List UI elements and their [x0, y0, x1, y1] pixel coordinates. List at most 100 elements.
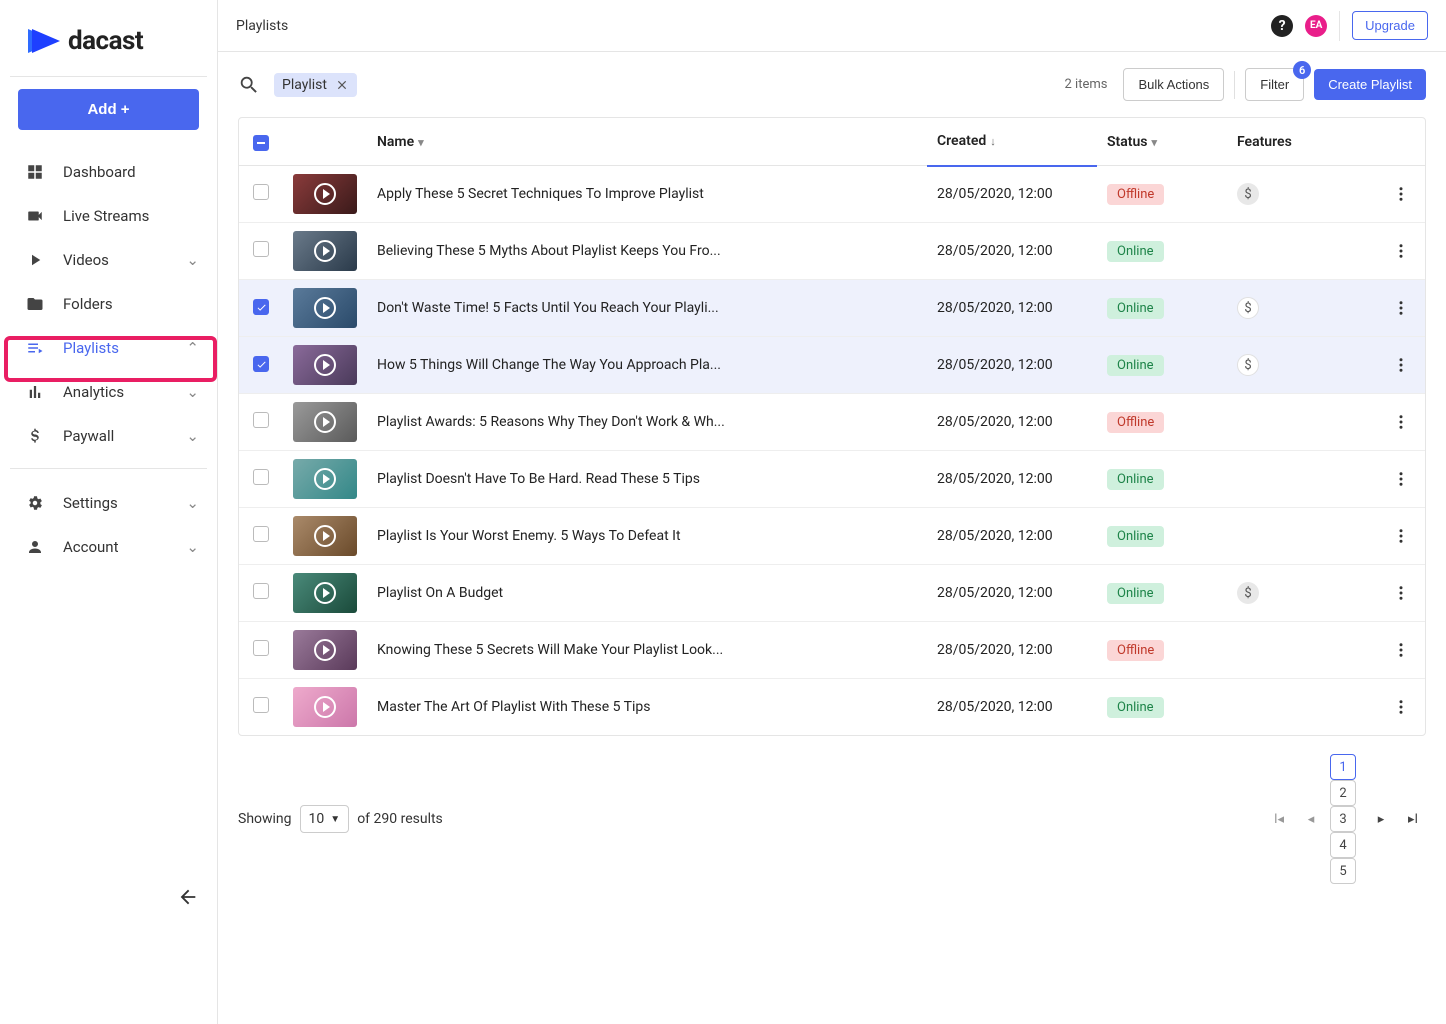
more-icon[interactable]: [1387, 299, 1415, 317]
play-solid-icon: [25, 250, 45, 270]
header-created[interactable]: Created↓: [927, 118, 1097, 166]
row-created: 28/05/2020, 12:00: [927, 508, 1097, 565]
more-icon[interactable]: [1387, 470, 1415, 488]
page-4-button[interactable]: 4: [1330, 832, 1356, 858]
status-badge: Online: [1107, 526, 1164, 547]
table-row[interactable]: Knowing These 5 Secrets Will Make Your P…: [239, 622, 1425, 679]
row-features: [1227, 508, 1377, 565]
filter-chip-label: Playlist: [282, 77, 327, 93]
header-status[interactable]: Status▾: [1097, 118, 1227, 166]
thumbnail: [293, 516, 357, 556]
page-last-button[interactable]: ▸I: [1400, 806, 1426, 832]
page-1-button[interactable]: 1: [1330, 754, 1356, 780]
create-playlist-button[interactable]: Create Playlist: [1314, 69, 1426, 100]
row-name: Playlist Is Your Worst Enemy. 5 Ways To …: [367, 508, 927, 565]
of-results: of 290 results: [357, 811, 443, 827]
table-row[interactable]: Playlist On A Budget28/05/2020, 12:00Onl…: [239, 565, 1425, 622]
row-checkbox[interactable]: [253, 526, 269, 542]
table-row[interactable]: Playlist Awards: 5 Reasons Why They Don'…: [239, 394, 1425, 451]
table-row[interactable]: Playlist Doesn't Have To Be Hard. Read T…: [239, 451, 1425, 508]
playlists-table: Name▾ Created↓ Status▾ Features Apply Th…: [238, 117, 1426, 736]
table-row[interactable]: Apply These 5 Secret Techniques To Impro…: [239, 166, 1425, 223]
sidebar-item-folders[interactable]: Folders: [0, 282, 217, 326]
row-features: [1227, 622, 1377, 679]
sidebar-item-dashboard[interactable]: Dashboard: [0, 150, 217, 194]
add-button[interactable]: Add +: [18, 89, 199, 130]
sort-desc-icon: ↓: [990, 135, 996, 148]
more-icon[interactable]: [1387, 242, 1415, 260]
table-row[interactable]: Master The Art Of Playlist With These 5 …: [239, 679, 1425, 736]
sidebar-item-playlists[interactable]: Playlists⌃: [0, 326, 217, 370]
thumbnail: [293, 345, 357, 385]
status-badge: Offline: [1107, 640, 1164, 661]
play-icon: [314, 582, 336, 604]
more-icon[interactable]: [1387, 641, 1415, 659]
pagination: I◂ ◂ 12345 ▸ ▸I: [1266, 754, 1426, 884]
page-5-button[interactable]: 5: [1330, 858, 1356, 884]
row-checkbox[interactable]: [253, 469, 269, 485]
row-created: 28/05/2020, 12:00: [927, 622, 1097, 679]
page-2-button[interactable]: 2: [1330, 780, 1356, 806]
sidebar-item-paywall[interactable]: Paywall⌄: [0, 414, 217, 458]
sidebar-item-label: Account: [63, 538, 119, 556]
header-features: Features: [1227, 118, 1377, 166]
sidebar-item-label: Videos: [63, 251, 109, 269]
more-icon[interactable]: [1387, 356, 1415, 374]
select-all-checkbox[interactable]: [253, 135, 269, 151]
play-icon: [314, 297, 336, 319]
more-icon[interactable]: [1387, 185, 1415, 203]
more-icon[interactable]: [1387, 584, 1415, 602]
row-checkbox[interactable]: [253, 184, 269, 200]
per-page-select[interactable]: 10 ▼: [300, 805, 350, 833]
chevron-up-icon: ⌃: [186, 339, 199, 357]
page-3-button[interactable]: 3: [1330, 806, 1356, 832]
header-name[interactable]: Name▾: [367, 118, 927, 166]
page-prev-button[interactable]: ◂: [1298, 806, 1324, 832]
sidebar-item-live-streams[interactable]: Live Streams: [0, 194, 217, 238]
row-features: [1227, 679, 1377, 736]
row-features: $: [1227, 166, 1377, 223]
avatar[interactable]: EA: [1305, 15, 1327, 37]
sidebar-item-videos[interactable]: Videos⌄: [0, 238, 217, 282]
row-features: $: [1227, 565, 1377, 622]
more-icon[interactable]: [1387, 698, 1415, 716]
folder-icon: [25, 294, 45, 314]
row-checkbox[interactable]: [253, 412, 269, 428]
chevron-down-icon: ⌄: [186, 494, 199, 512]
sidebar-item-analytics[interactable]: Analytics⌄: [0, 370, 217, 414]
search-icon[interactable]: [238, 74, 260, 96]
close-icon[interactable]: [335, 78, 349, 92]
row-checkbox[interactable]: [253, 356, 269, 372]
row-checkbox[interactable]: [253, 583, 269, 599]
filter-chip[interactable]: Playlist: [274, 73, 357, 97]
row-name: Playlist Awards: 5 Reasons Why They Don'…: [367, 394, 927, 451]
row-checkbox[interactable]: [253, 299, 269, 315]
collapse-sidebar-icon[interactable]: [177, 886, 199, 908]
sidebar-item-label: Settings: [63, 494, 118, 512]
table-footer: Showing 10 ▼ of 290 results I◂ ◂ 12345 ▸…: [218, 736, 1446, 902]
sidebar-item-settings[interactable]: Settings ⌄: [0, 481, 217, 525]
dollar-icon: $: [1237, 183, 1259, 205]
table-row[interactable]: Don't Waste Time! 5 Facts Until You Reac…: [239, 280, 1425, 337]
status-badge: Offline: [1107, 412, 1164, 433]
help-icon[interactable]: ?: [1271, 15, 1293, 37]
row-checkbox[interactable]: [253, 241, 269, 257]
gear-icon: [25, 493, 45, 513]
page-first-button[interactable]: I◂: [1266, 806, 1292, 832]
table-row[interactable]: Playlist Is Your Worst Enemy. 5 Ways To …: [239, 508, 1425, 565]
more-icon[interactable]: [1387, 527, 1415, 545]
table-row[interactable]: How 5 Things Will Change The Way You App…: [239, 337, 1425, 394]
logo-text: dacast: [68, 26, 143, 56]
row-checkbox[interactable]: [253, 640, 269, 656]
upgrade-button[interactable]: Upgrade: [1352, 11, 1428, 40]
page-next-button[interactable]: ▸: [1368, 806, 1394, 832]
row-name: Playlist On A Budget: [367, 565, 927, 622]
table-row[interactable]: Believing These 5 Myths About Playlist K…: [239, 223, 1425, 280]
thumbnail: [293, 687, 357, 727]
sidebar-item-account[interactable]: Account⌄: [0, 525, 217, 569]
play-icon: [314, 525, 336, 547]
row-created: 28/05/2020, 12:00: [927, 679, 1097, 736]
row-checkbox[interactable]: [253, 697, 269, 713]
more-icon[interactable]: [1387, 413, 1415, 431]
bulk-actions-button[interactable]: Bulk Actions: [1123, 68, 1224, 101]
